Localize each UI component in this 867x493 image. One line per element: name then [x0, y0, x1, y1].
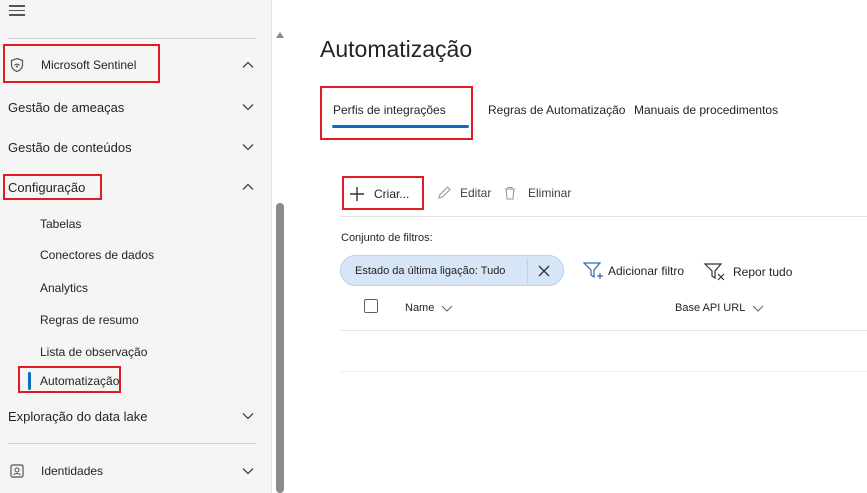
column-header-label: Name — [405, 302, 435, 314]
filter-pill-label: Estado da última ligação: Tudo — [355, 265, 506, 277]
sidebar-section-label: Exploração do data lake — [8, 408, 148, 424]
identity-card-icon — [9, 463, 25, 479]
highlight-box-sentinel — [3, 44, 160, 83]
edit-button[interactable]: Editar — [436, 185, 491, 201]
highlight-box-automation — [18, 366, 121, 393]
chevron-down-icon — [752, 303, 764, 313]
column-header-name[interactable]: Name — [405, 302, 453, 314]
close-icon[interactable] — [537, 264, 551, 278]
highlight-box-tab — [320, 86, 473, 140]
chevron-down-icon[interactable] — [241, 100, 255, 114]
chevron-down-icon[interactable] — [241, 409, 255, 423]
chevron-up-icon[interactable] — [241, 58, 255, 72]
sidebar-section-identities[interactable]: Identidades — [0, 456, 271, 486]
chevron-down-icon[interactable] — [241, 140, 255, 154]
chevron-down-icon — [441, 303, 453, 313]
filter-reset-icon — [703, 262, 727, 282]
select-all-checkbox[interactable] — [364, 299, 378, 313]
sidebar-item-tables[interactable]: Tabelas — [40, 217, 81, 231]
toolbar-divider — [340, 216, 867, 217]
delete-button-label: Eliminar — [528, 186, 572, 200]
sidebar-section-content-management[interactable]: Gestão de conteúdos — [0, 132, 271, 162]
edit-button-label: Editar — [460, 186, 492, 200]
sidebar-item-data-connectors[interactable]: Conectores de dados — [40, 248, 154, 262]
highlight-box-create — [342, 176, 424, 210]
filter-add-icon — [582, 262, 605, 280]
sidebar-divider — [8, 443, 256, 444]
tab-automation-rules[interactable]: Regras de Automatização — [488, 103, 625, 117]
add-filter-label: Adicionar filtro — [608, 264, 685, 278]
scroll-up-arrow-icon[interactable] — [276, 32, 284, 38]
highlight-box-configuration — [3, 174, 102, 200]
sidebar-section-data-lake-exploration[interactable]: Exploração do data lake — [0, 401, 271, 431]
sidebar-section-label: Identidades — [41, 464, 104, 478]
sidebar-item-summary-rules[interactable]: Regras de resumo — [40, 313, 139, 327]
filter-set-label: Conjunto de filtros: — [341, 232, 433, 244]
table-header-divider — [340, 330, 867, 331]
pencil-icon — [436, 185, 452, 201]
reset-all-label: Repor tudo — [733, 265, 793, 279]
column-header-base-api-url[interactable]: Base API URL — [675, 302, 764, 314]
chevron-down-icon[interactable] — [241, 464, 255, 478]
trash-icon — [502, 185, 518, 201]
column-header-label: Base API URL — [675, 302, 746, 314]
sidebar-section-threat-management[interactable]: Gestão de ameaças — [0, 92, 271, 122]
add-filter-button[interactable]: Adicionar filtro — [582, 262, 685, 280]
scrollbar-thumb[interactable] — [276, 203, 284, 493]
sidebar-item-analytics[interactable]: Analytics — [40, 281, 88, 295]
filter-pill-connection-status[interactable]: Estado da última ligação: Tudo — [340, 255, 564, 286]
reset-all-button[interactable]: Repor tudo — [703, 262, 792, 282]
sidebar-section-label: Gestão de conteúdos — [8, 139, 132, 155]
pill-separator — [527, 259, 528, 283]
sidebar-item-watchlist[interactable]: Lista de observação — [40, 345, 147, 359]
sidebar-section-label: Gestão de ameaças — [8, 99, 125, 115]
tab-playbooks[interactable]: Manuais de procedimentos — [634, 103, 778, 117]
table-row-divider — [340, 371, 867, 372]
page-title: Automatização — [320, 36, 473, 62]
delete-button[interactable]: Eliminar — [502, 185, 571, 201]
chevron-up-icon[interactable] — [241, 180, 255, 194]
sidebar-divider — [8, 38, 256, 39]
hamburger-menu-icon[interactable] — [9, 3, 25, 16]
